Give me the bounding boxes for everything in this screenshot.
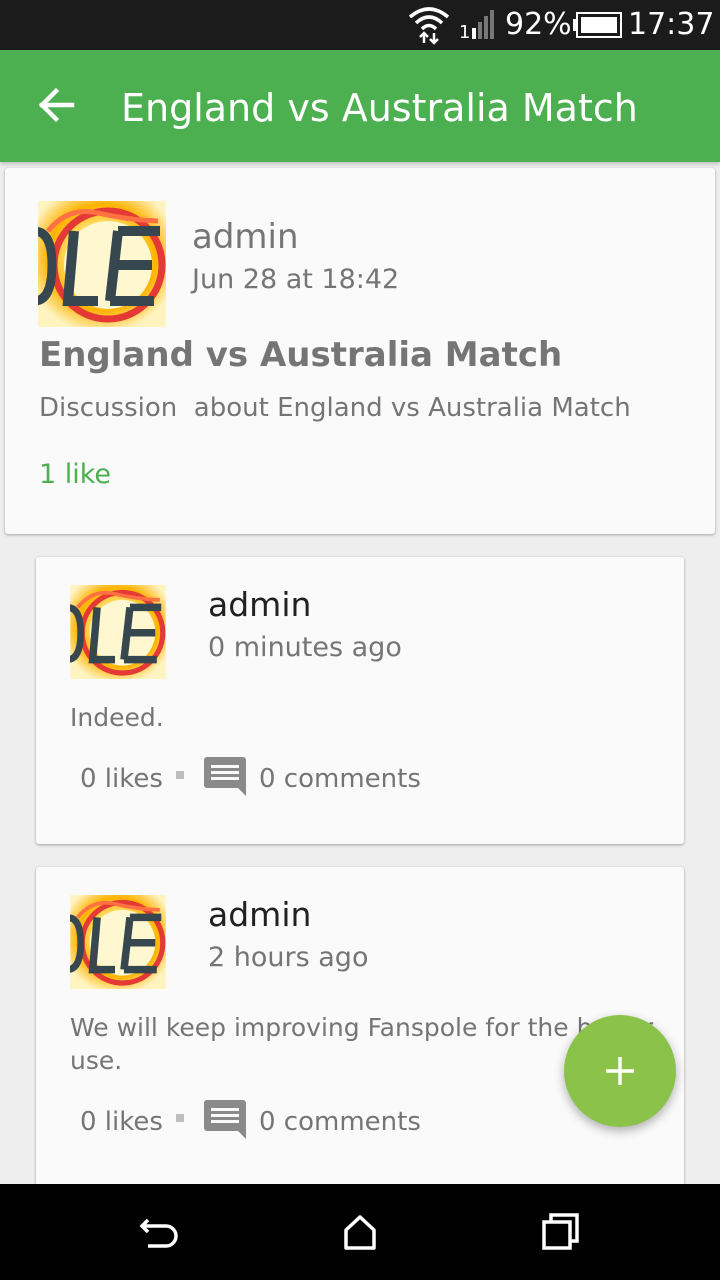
avatar[interactable] [70,895,166,989]
comment-icon[interactable] [204,1098,246,1140]
comment-likes-link[interactable]: 0 likes [80,763,163,795]
nav-recent-icon[interactable] [534,1206,586,1258]
comment-time: 0 minutes ago [208,632,402,663]
post-card: admin Jun 28 at 18:42 England vs Austral… [5,168,715,534]
add-comment-button[interactable] [564,1015,676,1127]
plus-icon [606,1057,634,1085]
app-bar: England vs Australia Match [0,50,720,162]
page-title: England vs Australia Match [121,86,638,130]
comment-likes-link[interactable]: 0 likes [80,1106,163,1138]
post-likes-link[interactable]: 1 like [39,458,111,492]
avatar[interactable] [70,585,166,679]
comment-author[interactable]: admin [208,585,311,625]
battery-icon [573,12,622,38]
post-description: Discussion about England vs Australia Ma… [39,393,631,423]
avatar[interactable] [38,201,166,327]
svg-text:1: 1 [459,22,470,40]
nav-back-icon[interactable] [134,1206,186,1258]
wifi-icon [408,7,450,45]
system-nav-bar [0,1184,720,1280]
separator-dot [176,771,184,779]
post-author[interactable]: admin [192,217,299,257]
comment-body: Indeed. [70,703,164,732]
comment-author[interactable]: admin [208,895,311,935]
nav-home-icon[interactable] [334,1206,386,1258]
post-title: England vs Australia Match [39,335,563,375]
comment-comments-link[interactable]: 0 comments [259,763,421,795]
comment-time: 2 hours ago [208,942,369,973]
status-bar: 1 92% 17:37 [0,0,720,50]
comment-comments-link[interactable]: 0 comments [259,1106,421,1138]
arrow-back-icon[interactable] [28,77,84,133]
clock: 17:37 [628,7,715,42]
comment-icon[interactable] [204,755,246,797]
comment-card: admin 0 minutes ago Indeed. 0 likes 0 co… [36,557,684,844]
post-time: Jun 28 at 18:42 [192,264,400,295]
signal-icon: 1 [459,10,494,40]
separator-dot [176,1114,184,1122]
battery-percent: 92% [505,7,572,42]
